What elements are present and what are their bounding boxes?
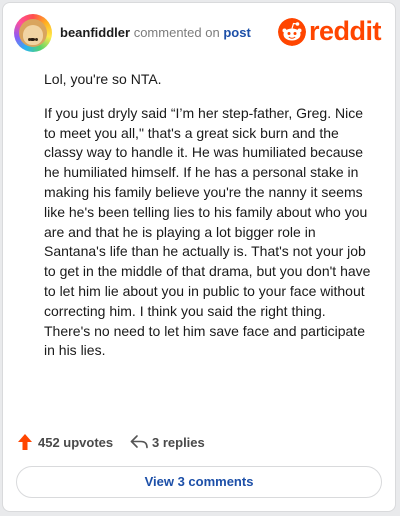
comment-header: beanfiddler commented on post reddit: [14, 14, 386, 54]
post-link[interactable]: post: [223, 25, 250, 40]
comment-paragraph: If you just dryly said “I’m her step-fat…: [44, 104, 371, 359]
commented-text: commented on: [133, 25, 220, 40]
upvote-count: 452 upvotes: [38, 435, 114, 450]
reddit-snoo-icon: [278, 18, 306, 46]
reply-arrow-icon[interactable]: [130, 434, 148, 450]
comment-meta: beanfiddler commented on post: [60, 25, 251, 40]
upvote-arrow-icon[interactable]: [18, 434, 32, 450]
comment-paragraph: Lol, you're so NTA.: [44, 71, 162, 87]
reddit-logo[interactable]: reddit: [278, 16, 386, 46]
reply-count[interactable]: 3 replies: [152, 435, 205, 450]
comment-actions: 452 upvotes 3 replies: [18, 432, 386, 454]
username[interactable]: beanfiddler: [60, 25, 130, 40]
comment-body: Lol, you're so NTA. If you just dryly sa…: [44, 70, 374, 375]
view-comments-button[interactable]: View 3 comments: [16, 466, 382, 498]
reddit-wordmark: reddit: [309, 16, 382, 46]
doge-avatar-icon[interactable]: [14, 14, 52, 52]
